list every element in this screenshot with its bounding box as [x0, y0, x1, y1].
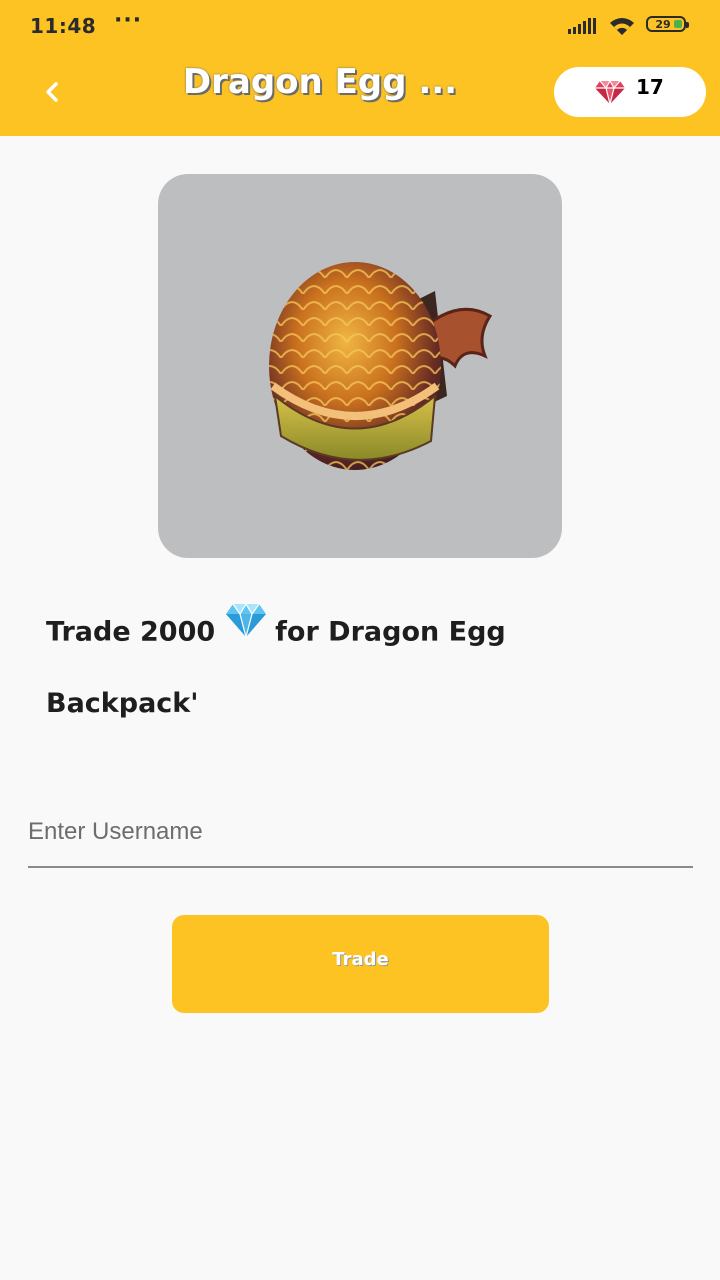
status-bar: 11:48 ··· 29 [0, 0, 720, 54]
wifi-icon [610, 18, 634, 35]
notification-dots: ··· [114, 8, 143, 33]
gem-count: 17 [636, 75, 664, 99]
battery-level: 29 [655, 17, 671, 31]
username-field[interactable] [28, 800, 693, 868]
red-gem-icon [595, 79, 625, 105]
back-button[interactable] [34, 74, 70, 110]
blue-diamond-icon [225, 596, 267, 664]
app-header: 11:48 ··· 29 Dragon Egg ... 17 [0, 0, 720, 136]
trade-item-name: Backpack' [46, 688, 199, 719]
dragon-egg-image [269, 262, 493, 470]
trade-suffix: for Dragon Egg [275, 616, 506, 648]
status-time: 11:48 [30, 14, 97, 38]
trade-button[interactable]: Trade [172, 915, 549, 1013]
username-input[interactable] [28, 810, 693, 854]
trade-description: Trade 2000 for Dragon Egg Backpack' [46, 596, 646, 738]
page-title: Dragon Egg ... [182, 62, 458, 102]
signal-icon [568, 18, 596, 34]
chevron-left-icon [46, 82, 58, 102]
gem-balance-pill[interactable]: 17 [554, 67, 706, 117]
trade-prefix: Trade 2000 [46, 616, 216, 648]
battery-icon: 29 [646, 16, 689, 32]
dragon-egg-backpack-image [158, 174, 562, 558]
